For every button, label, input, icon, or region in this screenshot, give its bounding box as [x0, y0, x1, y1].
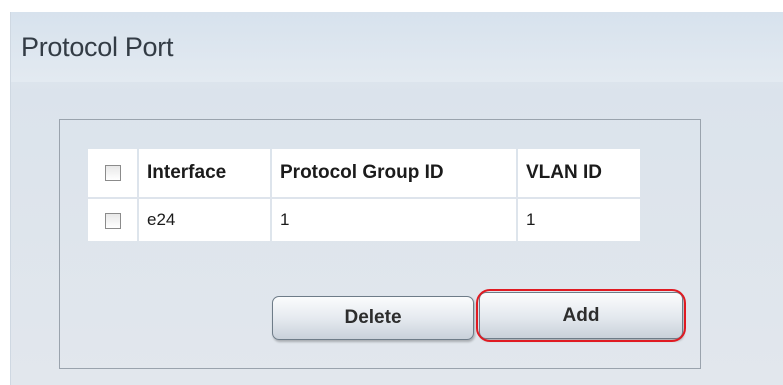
page: Protocol Port Interface Protocol Group I…	[10, 12, 783, 385]
select-all-cell	[88, 149, 137, 197]
row-checkbox[interactable]	[104, 212, 121, 229]
table-header-row: Interface Protocol Group ID VLAN ID	[88, 149, 640, 197]
column-header-vlan-id[interactable]: VLAN ID	[518, 149, 640, 197]
cell-protocol-group-id: 1	[272, 199, 516, 241]
cell-interface: e24	[139, 199, 270, 241]
add-button[interactable]: Add	[479, 292, 683, 339]
protocol-port-table: Interface Protocol Group ID VLAN ID e24 …	[86, 147, 642, 243]
title-bar: Protocol Port	[11, 12, 783, 82]
delete-button[interactable]: Delete	[272, 296, 474, 340]
row-select-cell	[88, 199, 137, 241]
column-header-protocol-group-id[interactable]: Protocol Group ID	[272, 149, 516, 197]
cell-vlan-id: 1	[518, 199, 640, 241]
select-all-checkbox[interactable]	[104, 164, 121, 181]
column-header-interface[interactable]: Interface	[139, 149, 270, 197]
protocol-port-panel: Interface Protocol Group ID VLAN ID e24 …	[59, 119, 701, 369]
page-title: Protocol Port	[21, 32, 174, 62]
table-row[interactable]: e24 1 1	[88, 199, 640, 241]
